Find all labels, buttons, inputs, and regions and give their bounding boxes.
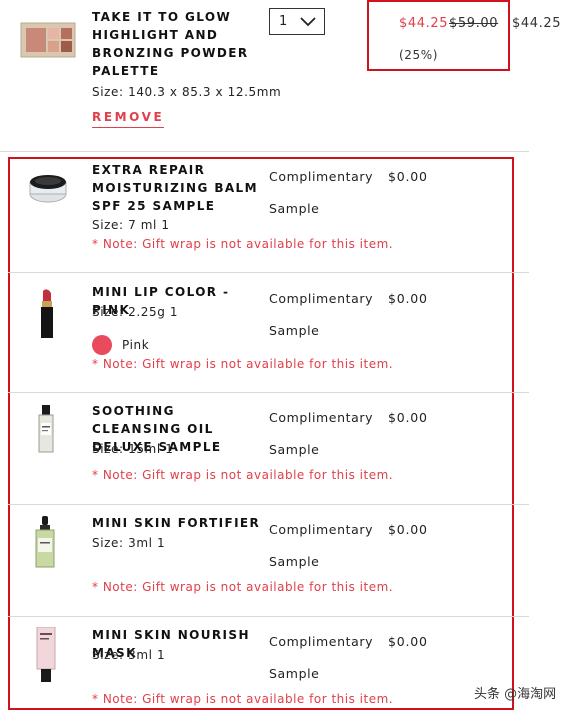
sample-label: Sample (269, 323, 320, 338)
gift-wrap-note: * Note: Gift wrap is not available for t… (92, 692, 394, 706)
remove-button[interactable]: REMOVE (92, 110, 165, 128)
sale-price: $44.25 (399, 16, 449, 31)
sample-label: Sample (269, 201, 320, 216)
discount-percent: (25%) (399, 48, 439, 62)
divider (8, 272, 529, 273)
price-highlight-box (367, 0, 510, 71)
original-price: $59.00 (449, 16, 499, 31)
chevron-down-icon (300, 17, 316, 27)
sample-size: Size: 2.25g 1 (92, 305, 179, 319)
divider (8, 616, 529, 617)
line-total: $44.25 (512, 16, 562, 31)
divider (8, 392, 529, 393)
sample-size: Size: 3ml 1 (92, 536, 166, 550)
lipstick-image (41, 289, 53, 338)
sample-size: Size: 3ml 1 (92, 648, 166, 662)
sample-price: $0.00 (388, 291, 428, 306)
complimentary-label: Complimentary (269, 410, 374, 425)
quantity-select[interactable]: 1 (269, 8, 325, 35)
gift-wrap-note: * Note: Gift wrap is not available for t… (92, 580, 394, 594)
sample-title[interactable]: EXTRA REPAIR MOISTURIZING BALM SPF 25 SA… (92, 161, 267, 215)
gift-wrap-note: * Note: Gift wrap is not available for t… (92, 237, 394, 251)
sample-label: Sample (269, 666, 320, 681)
palette-product-image (20, 22, 76, 58)
divider (8, 504, 529, 505)
shade-name: Pink (122, 338, 150, 352)
shade-swatch (92, 335, 112, 355)
gift-wrap-note: * Note: Gift wrap is not available for t… (92, 357, 394, 371)
complimentary-label: Complimentary (269, 634, 374, 649)
product-title[interactable]: TAKE IT TO GLOW HIGHLIGHT AND BRONZING P… (92, 8, 267, 80)
complimentary-label: Complimentary (269, 522, 374, 537)
product-size: Size: 140.3 x 85.3 x 12.5mm (92, 85, 282, 99)
complimentary-label: Complimentary (269, 291, 374, 306)
complimentary-label: Complimentary (269, 169, 374, 184)
sample-price: $0.00 (388, 169, 428, 184)
sample-price: $0.00 (388, 522, 428, 537)
balm-jar-image (29, 175, 67, 203)
sample-price: $0.00 (388, 410, 428, 425)
divider (0, 151, 529, 152)
sample-label: Sample (269, 442, 320, 457)
sample-label: Sample (269, 554, 320, 569)
nourish-mask-tube-image (36, 627, 56, 682)
gift-wrap-note: * Note: Gift wrap is not available for t… (92, 468, 394, 482)
sample-size: Size: 7 ml 1 (92, 218, 170, 232)
sample-size: Size: 15ml 1 (92, 442, 174, 456)
sample-price: $0.00 (388, 634, 428, 649)
cleansing-oil-bottle-image (38, 405, 54, 453)
fortifier-dropper-bottle-image (35, 516, 55, 568)
quantity-value: 1 (279, 14, 288, 29)
watermark: 头条 @海淘网 (474, 687, 557, 702)
sample-title[interactable]: MINI SKIN FORTIFIER (92, 514, 267, 532)
